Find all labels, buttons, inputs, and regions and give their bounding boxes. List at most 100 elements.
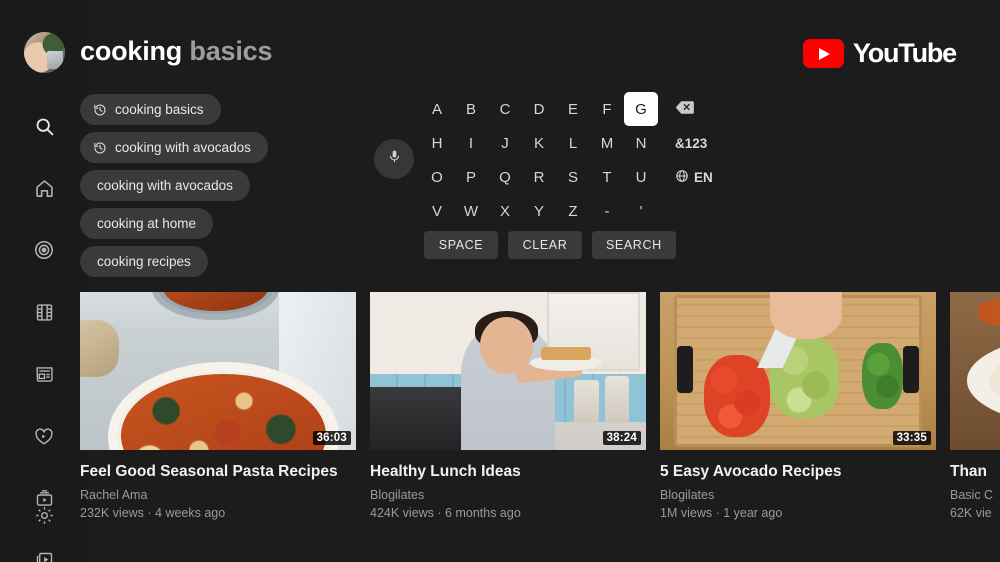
youtube-play-icon — [802, 39, 844, 68]
onscreen-keyboard: A B C D E F G H I J K L M N O P Q R S T … — [420, 92, 658, 228]
key-h[interactable]: H — [420, 126, 454, 160]
key-l[interactable]: L — [556, 126, 590, 160]
key-p[interactable]: P — [454, 160, 488, 194]
key-hyphen[interactable]: - — [590, 194, 624, 228]
key-space[interactable]: SPACE — [424, 231, 498, 259]
youtube-tv-search-screen: cooking basics YouTube cooking basics co… — [0, 0, 1000, 562]
key-n[interactable]: N — [624, 126, 658, 160]
sidebar-item-shorts[interactable] — [22, 290, 66, 334]
key-apostrophe[interactable]: ' — [624, 194, 658, 228]
sidebar-item-music[interactable] — [22, 414, 66, 458]
suggestion-label: cooking basics — [115, 102, 204, 117]
suggestion-label: cooking at home — [97, 216, 197, 231]
key-c[interactable]: C — [488, 92, 522, 126]
key-j[interactable]: J — [488, 126, 522, 160]
search-suggestions: cooking basics cooking with avocados coo… — [80, 94, 268, 277]
video-thumbnail[interactable]: 33:35 — [660, 292, 936, 450]
thumbnail-image-cutting-board — [660, 292, 936, 450]
avatar[interactable] — [24, 32, 65, 73]
video-meta: 1M views · 1 year ago — [660, 505, 783, 520]
sidebar-item-subscriptions[interactable] — [22, 352, 66, 396]
history-icon — [93, 103, 107, 117]
key-i[interactable]: I — [454, 126, 488, 160]
video-channel: Rachel Ama — [80, 487, 148, 502]
shorts-icon — [34, 302, 55, 323]
video-channel: Blogilates — [660, 487, 715, 502]
thumbnail-image-thanksgiving-plate — [950, 292, 1000, 450]
key-e[interactable]: E — [556, 92, 590, 126]
suggestion-chip[interactable]: cooking basics — [80, 94, 221, 125]
key-d[interactable]: D — [522, 92, 556, 126]
video-duration-badge: 33:35 — [892, 431, 931, 445]
key-language-label: EN — [694, 169, 713, 185]
video-card[interactable]: Than Basic C 62K vie — [950, 292, 1000, 520]
header: cooking basics YouTube — [0, 0, 1000, 96]
key-backspace[interactable] — [675, 92, 713, 126]
search-icon — [34, 116, 55, 137]
video-title: Feel Good Seasonal Pasta Recipes — [80, 463, 338, 480]
page-title: cooking basics — [80, 36, 272, 67]
keyboard-row: V W X Y Z - ' — [420, 194, 658, 228]
sidebar-item-playlist[interactable] — [22, 538, 66, 562]
playlist-icon — [34, 550, 55, 562]
sidebar-item-settings[interactable] — [22, 496, 66, 540]
keyboard-side-keys: &123 EN — [675, 92, 713, 194]
thumbnail-image-pasta-bowl — [80, 292, 356, 450]
video-thumbnail[interactable]: 38:24 — [370, 292, 646, 450]
key-r[interactable]: R — [522, 160, 556, 194]
key-s[interactable]: S — [556, 160, 590, 194]
keyboard-action-row: SPACE CLEAR SEARCH — [424, 231, 676, 259]
key-v[interactable]: V — [420, 194, 454, 228]
sidebar-item-explore[interactable] — [22, 228, 66, 272]
suggestion-label: cooking with avocados — [97, 178, 233, 193]
page-title-suffix: basics — [189, 36, 273, 66]
home-icon — [34, 178, 55, 199]
video-duration-badge: 36:03 — [312, 431, 351, 445]
key-w[interactable]: W — [454, 194, 488, 228]
video-card[interactable]: 33:35 5 Easy Avocado Recipes Blogilates … — [660, 292, 936, 520]
key-f[interactable]: F — [590, 92, 624, 126]
page-title-query: cooking — [80, 36, 183, 66]
sidebar-item-search[interactable] — [22, 104, 66, 148]
history-icon — [93, 141, 107, 155]
video-card[interactable]: 38:24 Healthy Lunch Ideas Blogilates 424… — [370, 292, 646, 520]
key-x[interactable]: X — [488, 194, 522, 228]
key-t[interactable]: T — [590, 160, 624, 194]
explore-icon — [33, 239, 55, 261]
sidebar-nav — [22, 104, 66, 562]
suggestion-chip[interactable]: cooking with avocados — [80, 132, 268, 163]
keyboard-rows: A B C D E F G H I J K L M N O P Q R S T … — [420, 92, 658, 228]
video-channel: Basic C — [950, 487, 994, 502]
subscriptions-icon — [34, 364, 55, 385]
video-title: Healthy Lunch Ideas — [370, 463, 521, 480]
key-language[interactable]: EN — [675, 160, 713, 194]
avatar-image-detail — [47, 51, 63, 69]
key-symbols[interactable]: &123 — [675, 126, 713, 160]
video-thumbnail[interactable]: 36:03 — [80, 292, 356, 450]
keyboard-row: A B C D E F G — [420, 92, 658, 126]
video-card[interactable]: 36:03 Feel Good Seasonal Pasta Recipes R… — [80, 292, 356, 520]
microphone-icon — [387, 149, 402, 169]
key-a[interactable]: A — [420, 92, 454, 126]
key-q[interactable]: Q — [488, 160, 522, 194]
video-title: Than — [950, 463, 988, 480]
suggestion-chip[interactable]: cooking at home — [80, 208, 214, 239]
key-o[interactable]: O — [420, 160, 454, 194]
key-b[interactable]: B — [454, 92, 488, 126]
suggestion-chip[interactable]: cooking recipes — [80, 246, 208, 277]
key-m[interactable]: M — [590, 126, 624, 160]
key-u[interactable]: U — [624, 160, 658, 194]
video-thumbnail[interactable] — [950, 292, 1000, 450]
key-y[interactable]: Y — [522, 194, 556, 228]
key-k[interactable]: K — [522, 126, 556, 160]
sidebar-item-home[interactable] — [22, 166, 66, 210]
key-z[interactable]: Z — [556, 194, 590, 228]
key-clear[interactable]: CLEAR — [508, 231, 582, 259]
gear-icon — [34, 505, 55, 531]
key-search[interactable]: SEARCH — [592, 231, 676, 259]
voice-search-button[interactable] — [374, 139, 414, 179]
suggestion-label: cooking recipes — [97, 254, 191, 269]
suggestion-chip[interactable]: cooking with avocados — [80, 170, 250, 201]
thumbnail-image-kitchen-woman — [370, 292, 646, 450]
key-g[interactable]: G — [624, 92, 658, 126]
